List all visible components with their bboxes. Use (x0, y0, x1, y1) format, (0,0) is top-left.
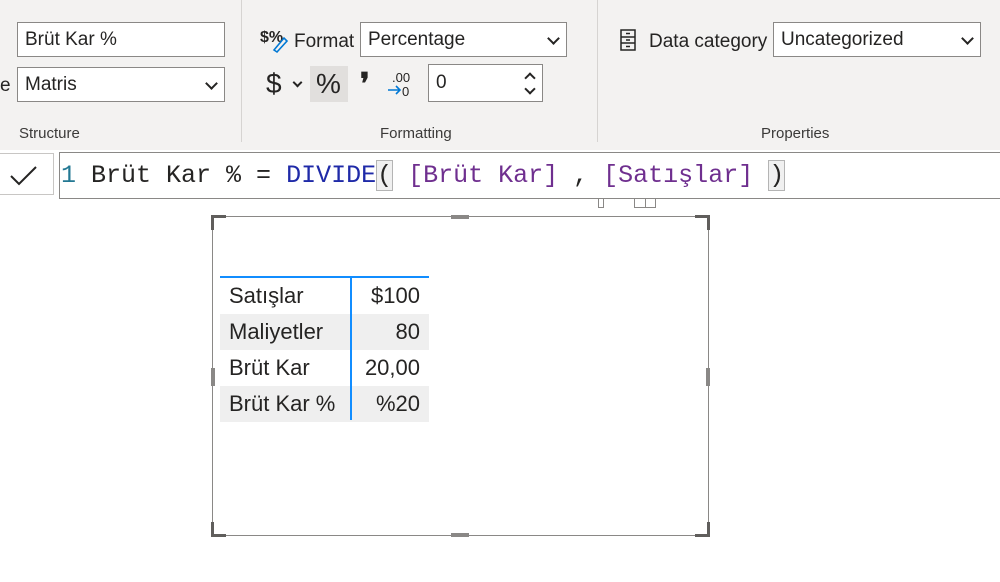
home-table-label: e (0, 75, 11, 96)
ribbon: Brüt Kar % e Matris Structure $% Format … (0, 0, 1000, 150)
table-row[interactable]: Brüt Kar 20,00 (220, 350, 429, 386)
filter-icon[interactable] (598, 199, 604, 208)
decrease-decimal-icon: .00 0 (388, 70, 410, 99)
format-value: Percentage (368, 29, 466, 50)
resize-handle-right[interactable] (706, 368, 710, 386)
commit-button[interactable] (0, 153, 54, 195)
row-header: Brüt Kar (229, 355, 310, 380)
resize-handle-left[interactable] (211, 368, 215, 386)
resize-handle-top-left[interactable] (211, 215, 226, 230)
comma-icon: ❜ (360, 68, 370, 101)
table-row[interactable]: Brüt Kar % %20 (220, 386, 429, 422)
decimal-places-input[interactable]: 0 (428, 64, 543, 102)
chevron-down-icon (292, 77, 303, 88)
row-header: Satışlar (229, 283, 304, 308)
resize-handle-bottom[interactable] (451, 533, 469, 537)
svg-text:0: 0 (402, 84, 409, 99)
properties-group-label: Properties (761, 125, 830, 142)
chevron-down-icon (961, 32, 974, 45)
open-paren: ( (376, 160, 394, 191)
row-header-divider (350, 278, 352, 420)
argument-separator: , (558, 161, 604, 190)
row-value: %20 (375, 391, 420, 416)
currency-button[interactable]: $ (262, 66, 310, 102)
format-icon: $% (260, 26, 290, 54)
dax-expression[interactable]: 1 Brüt Kar % = DIVIDE( [Brüt Kar] , [Sat… (61, 160, 786, 192)
svg-text:.00: .00 (392, 70, 410, 85)
chevron-down-icon (547, 32, 560, 45)
percent-icon: % (316, 68, 341, 99)
formatting-group-label: Formatting (380, 125, 452, 142)
focus-mode-icon[interactable] (634, 199, 656, 208)
measure-reference: [Satışlar] (603, 161, 754, 190)
row-value: 20,00 (364, 355, 420, 380)
group-separator (597, 0, 598, 142)
resize-handle-top-right[interactable] (695, 215, 710, 230)
data-category-select[interactable]: Uncategorized (773, 22, 981, 57)
format-label: Format (294, 31, 355, 52)
row-value: $100 (371, 283, 420, 308)
close-paren: ) (768, 160, 786, 191)
percent-button[interactable]: % (310, 66, 348, 102)
measure-name-input[interactable]: Brüt Kar % (17, 22, 225, 57)
home-table-select[interactable]: Matris (17, 67, 225, 102)
structure-group-label: Structure (19, 125, 80, 142)
table-row[interactable]: Satışlar $100 (220, 278, 429, 314)
table-row[interactable]: Maliyetler 80 (220, 314, 429, 350)
line-number: 1 (61, 161, 77, 190)
resize-handle-bottom-left[interactable] (211, 522, 226, 537)
decrease-decimal-button[interactable]: .00 0 (386, 68, 416, 100)
row-header: Maliyetler (229, 319, 324, 344)
format-select[interactable]: Percentage (360, 22, 567, 57)
chevron-down-icon (205, 77, 218, 90)
currency-icon: $ (266, 68, 282, 99)
decimal-places-value: 0 (436, 72, 447, 93)
data-category-value: Uncategorized (781, 29, 904, 50)
matrix-table: Satışlar $100 Maliyetler 80 Brüt Kar 20,… (220, 276, 429, 422)
group-separator (241, 0, 242, 142)
spin-up-icon[interactable] (524, 72, 536, 84)
measure-definition: Brüt Kar % = (91, 161, 287, 190)
spin-down-icon[interactable] (524, 83, 536, 95)
measure-reference: [Brüt Kar] (408, 161, 559, 190)
row-header: Brüt Kar % (229, 391, 336, 416)
dax-function: DIVIDE (286, 161, 377, 190)
row-value: 80 (395, 319, 420, 344)
resize-handle-bottom-right[interactable] (695, 522, 710, 537)
data-category-label: Data category (649, 31, 768, 52)
data-category-icon (618, 28, 638, 52)
check-icon (10, 166, 37, 186)
comma-style-button[interactable]: ❜ (356, 66, 380, 102)
resize-handle-top[interactable] (451, 215, 469, 219)
home-table-value: Matris (25, 74, 77, 95)
